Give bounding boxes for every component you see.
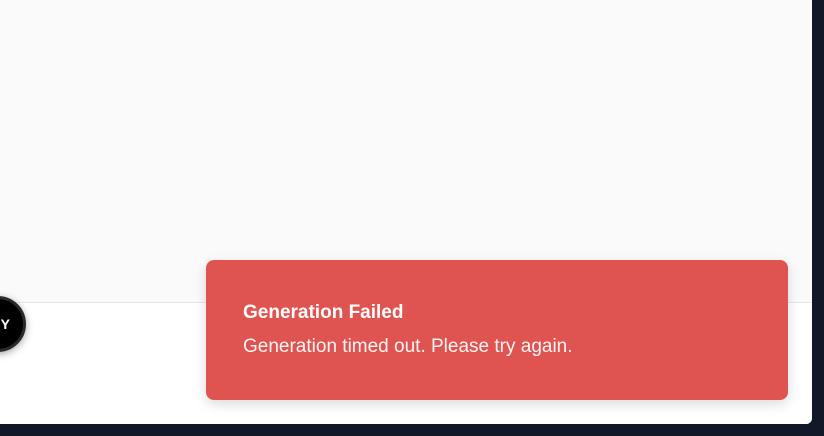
app-window: Y Generation Failed Generation timed out… [0, 0, 812, 424]
main-content-area [0, 0, 812, 303]
floating-button-label: Y [0, 316, 10, 332]
toast-message: Generation timed out. Please try again. [243, 336, 573, 357]
error-toast[interactable]: Generation Failed Generation timed out. … [206, 260, 788, 400]
toast-title: Generation Failed [243, 302, 404, 323]
